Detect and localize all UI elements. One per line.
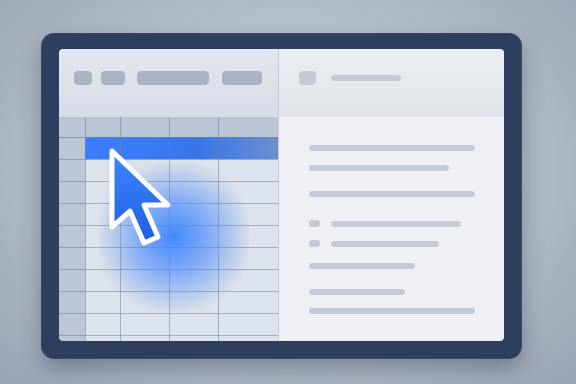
- grid-line: [59, 313, 278, 314]
- text-line: [331, 221, 461, 227]
- bullet-icon: [309, 240, 320, 247]
- toolbar-button-4[interactable]: [222, 71, 262, 85]
- grid-line: [59, 269, 278, 270]
- toolbar-button-2[interactable]: [101, 71, 125, 85]
- text-line: [309, 165, 449, 171]
- toolbar-button-1[interactable]: [74, 71, 92, 85]
- panel-icon[interactable]: [299, 71, 316, 85]
- arrow-cursor-icon: [109, 148, 171, 246]
- grid-line: [59, 137, 278, 138]
- grid-line: [85, 117, 86, 341]
- toolbar: [59, 49, 278, 117]
- grid-line: [218, 117, 219, 341]
- bullet-icon: [309, 220, 320, 227]
- text-line: [309, 263, 415, 269]
- row-header-column: [59, 137, 85, 341]
- text-line: [309, 308, 475, 314]
- text-line: [309, 289, 405, 295]
- text-line: [331, 241, 439, 247]
- toolbar-button-wide[interactable]: [137, 71, 209, 85]
- grid-line: [59, 335, 278, 336]
- text-line: [309, 145, 475, 151]
- grid-line: [59, 291, 278, 292]
- panel-title-placeholder: [331, 75, 401, 81]
- detail-panel: [279, 49, 504, 341]
- text-line: [309, 191, 475, 197]
- detail-panel-header: [279, 49, 504, 117]
